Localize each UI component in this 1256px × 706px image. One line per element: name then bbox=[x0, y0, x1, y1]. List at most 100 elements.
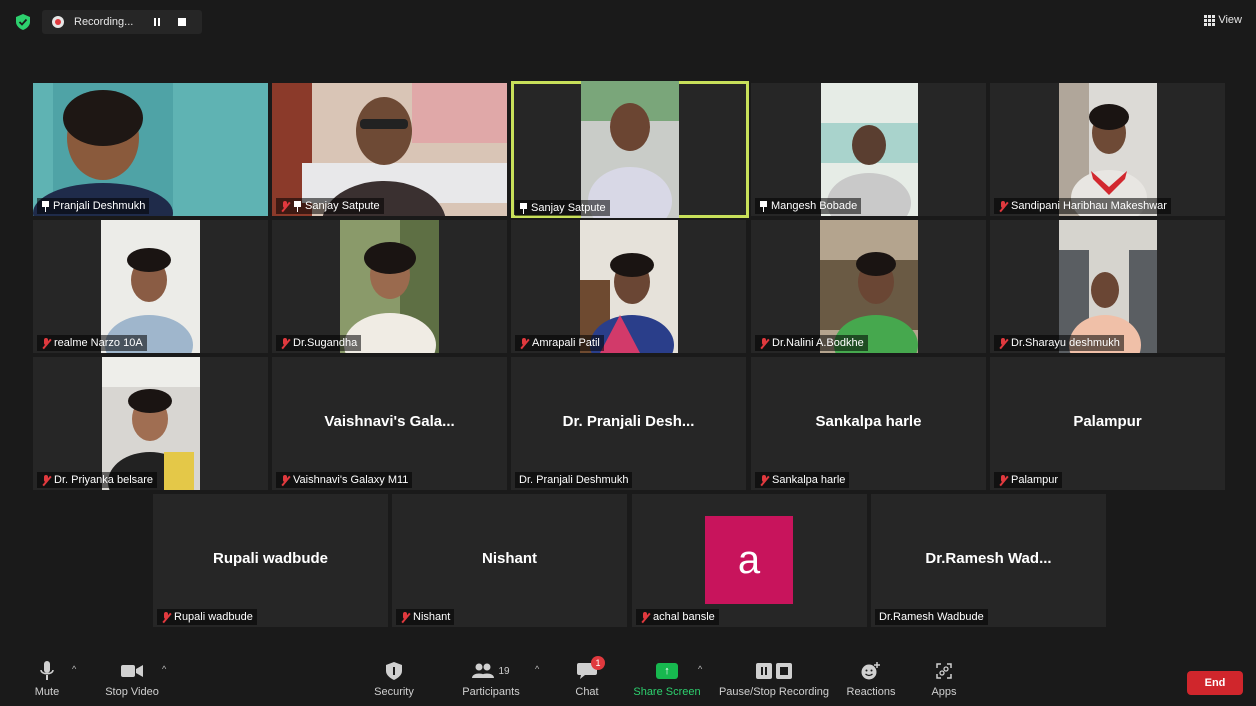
mic-muted-icon bbox=[41, 337, 51, 349]
participant-video bbox=[101, 220, 200, 353]
participant-name-label: Sankalpa harle bbox=[755, 472, 850, 488]
mic-muted-icon bbox=[640, 611, 650, 623]
mic-muted-icon bbox=[759, 337, 769, 349]
pause-recording-icon[interactable] bbox=[154, 18, 160, 26]
mic-muted-icon bbox=[280, 200, 290, 212]
participant-name-label: Sanjay Satpute bbox=[276, 198, 384, 214]
participant-name-label: Dr. Pranjali Deshmukh bbox=[515, 472, 633, 488]
pause-stop-recording-button[interactable]: Pause/Stop Recording bbox=[718, 648, 830, 706]
participant-tile[interactable]: Sanjay Satpute bbox=[272, 83, 507, 216]
mic-muted-icon bbox=[280, 337, 290, 349]
participant-tile-active-speaker[interactable]: Sanjay Satpute bbox=[511, 81, 749, 218]
pin-icon bbox=[519, 202, 528, 214]
view-button[interactable]: View bbox=[1204, 14, 1242, 26]
participant-tile[interactable]: Dr. Priyanka belsare bbox=[33, 357, 268, 490]
participant-name-label: Dr. Priyanka belsare bbox=[37, 472, 158, 488]
participant-video bbox=[581, 81, 679, 218]
participant-tile[interactable]: a achal bansle bbox=[632, 494, 867, 627]
mic-muted-icon bbox=[998, 200, 1008, 212]
participant-tile[interactable]: Sandipani Haribhau Makeshwar bbox=[990, 83, 1225, 216]
participant-video bbox=[820, 220, 918, 353]
participant-tile[interactable]: Dr.Ramesh Wad... Dr.Ramesh Wadbude bbox=[871, 494, 1106, 627]
participant-name-label: Vaishnavi's Galaxy M11 bbox=[276, 472, 413, 488]
mic-muted-icon bbox=[400, 611, 410, 623]
participant-name-label: Dr.Nalini A.Bodkhe bbox=[755, 335, 868, 351]
stop-video-button[interactable]: Stop Video bbox=[100, 648, 164, 706]
participant-display-name: Dr.Ramesh Wad... bbox=[925, 550, 1052, 567]
participant-tile[interactable]: Sankalpa harle Sankalpa harle bbox=[751, 357, 986, 490]
apps-icon bbox=[935, 660, 953, 682]
participant-display-name: Vaishnavi's Gala... bbox=[324, 413, 455, 430]
participant-video bbox=[1059, 83, 1157, 216]
participant-tile[interactable]: Nishant Nishant bbox=[392, 494, 627, 627]
participant-tile[interactable]: Dr.Nalini A.Bodkhe bbox=[751, 220, 986, 353]
participant-video bbox=[272, 83, 507, 216]
participant-display-name: Dr. Pranjali Desh... bbox=[562, 413, 695, 430]
apps-button[interactable]: Apps bbox=[928, 648, 960, 706]
avatar: a bbox=[705, 516, 793, 604]
stop-recording-icon[interactable] bbox=[178, 18, 186, 26]
participant-tile[interactable]: Dr.Sharayu deshmukh bbox=[990, 220, 1225, 353]
chat-bubble-icon: 1 bbox=[577, 656, 605, 682]
pause-stop-icon bbox=[756, 660, 792, 682]
mic-muted-icon bbox=[280, 474, 290, 486]
participant-video bbox=[102, 357, 200, 490]
mute-options-chevron-up-icon[interactable]: ^ bbox=[72, 664, 76, 674]
participant-tile[interactable]: realme Narzo 10A bbox=[33, 220, 268, 353]
participant-name-label: Pranjali Deshmukh bbox=[37, 198, 150, 214]
participant-video bbox=[821, 83, 918, 216]
shield-check-icon[interactable] bbox=[16, 14, 30, 30]
participants-icon: 19 bbox=[472, 660, 510, 682]
participant-name-label: Nishant bbox=[396, 609, 455, 625]
recording-indicator: Recording... bbox=[42, 10, 202, 34]
participant-tile[interactable]: Pranjali Deshmukh bbox=[33, 83, 268, 216]
end-meeting-button[interactable]: End bbox=[1187, 671, 1243, 695]
chat-button[interactable]: 1 Chat bbox=[570, 648, 605, 706]
mic-muted-icon bbox=[161, 611, 171, 623]
participant-display-name: Palampur bbox=[1073, 413, 1142, 430]
top-bar: Recording... View bbox=[0, 0, 1256, 44]
participant-name-label: Palampur bbox=[994, 472, 1063, 488]
participant-display-name: Nishant bbox=[481, 550, 537, 567]
participant-tile[interactable]: Dr. Pranjali Desh... Dr. Pranjali Deshmu… bbox=[511, 357, 746, 490]
participant-name-label: Dr.Sharayu deshmukh bbox=[994, 335, 1124, 351]
record-dot-icon bbox=[52, 16, 64, 28]
participant-tile[interactable]: Amrapali Patil bbox=[511, 220, 746, 353]
mic-muted-icon bbox=[519, 337, 529, 349]
share-screen-button[interactable]: ↑ Share Screen bbox=[633, 648, 701, 706]
participant-name-label: realme Narzo 10A bbox=[37, 335, 147, 351]
participant-tile[interactable]: Dr.Sugandha bbox=[272, 220, 507, 353]
shield-icon bbox=[386, 660, 402, 682]
pin-icon bbox=[759, 200, 768, 212]
participant-tile[interactable]: Mangesh Bobade bbox=[751, 83, 986, 216]
participant-tile[interactable]: Palampur Palampur bbox=[990, 357, 1225, 490]
share-options-chevron-up-icon[interactable]: ^ bbox=[698, 664, 702, 674]
participant-name-label: Sandipani Haribhau Makeshwar bbox=[994, 198, 1171, 214]
recording-label: Recording... bbox=[74, 16, 134, 28]
participant-name-label: Dr.Ramesh Wadbude bbox=[875, 609, 988, 625]
participant-tile[interactable]: Vaishnavi's Gala... Vaishnavi's Galaxy M… bbox=[272, 357, 507, 490]
smiley-plus-icon bbox=[861, 660, 881, 682]
participant-name-label: Amrapali Patil bbox=[515, 335, 604, 351]
participant-video bbox=[340, 220, 439, 353]
chat-unread-badge: 1 bbox=[591, 656, 605, 670]
participant-name-label: Rupali wadbude bbox=[157, 609, 257, 625]
video-options-chevron-up-icon[interactable]: ^ bbox=[162, 664, 166, 674]
grid-view-icon bbox=[1204, 15, 1216, 26]
participant-video bbox=[580, 220, 678, 353]
microphone-icon bbox=[40, 660, 54, 682]
participants-button[interactable]: 19 Participants bbox=[460, 648, 522, 706]
security-button[interactable]: Security bbox=[370, 648, 418, 706]
participants-options-chevron-up-icon[interactable]: ^ bbox=[535, 664, 539, 674]
share-screen-arrow-icon: ↑ bbox=[656, 663, 678, 679]
mic-muted-icon bbox=[41, 474, 51, 486]
mic-muted-icon bbox=[998, 474, 1008, 486]
reactions-button[interactable]: Reactions bbox=[846, 648, 896, 706]
view-label: View bbox=[1218, 14, 1242, 26]
participant-tile[interactable]: Rupali wadbude Rupali wadbude bbox=[153, 494, 388, 627]
mute-button[interactable]: Mute bbox=[28, 648, 66, 706]
mic-muted-icon bbox=[759, 474, 769, 486]
participant-display-name: Rupali wadbude bbox=[212, 550, 328, 567]
participant-display-name: Sankalpa harle bbox=[815, 413, 922, 430]
meeting-toolbar: Mute ^ Stop Video ^ Security 19 Particip… bbox=[0, 648, 1256, 706]
